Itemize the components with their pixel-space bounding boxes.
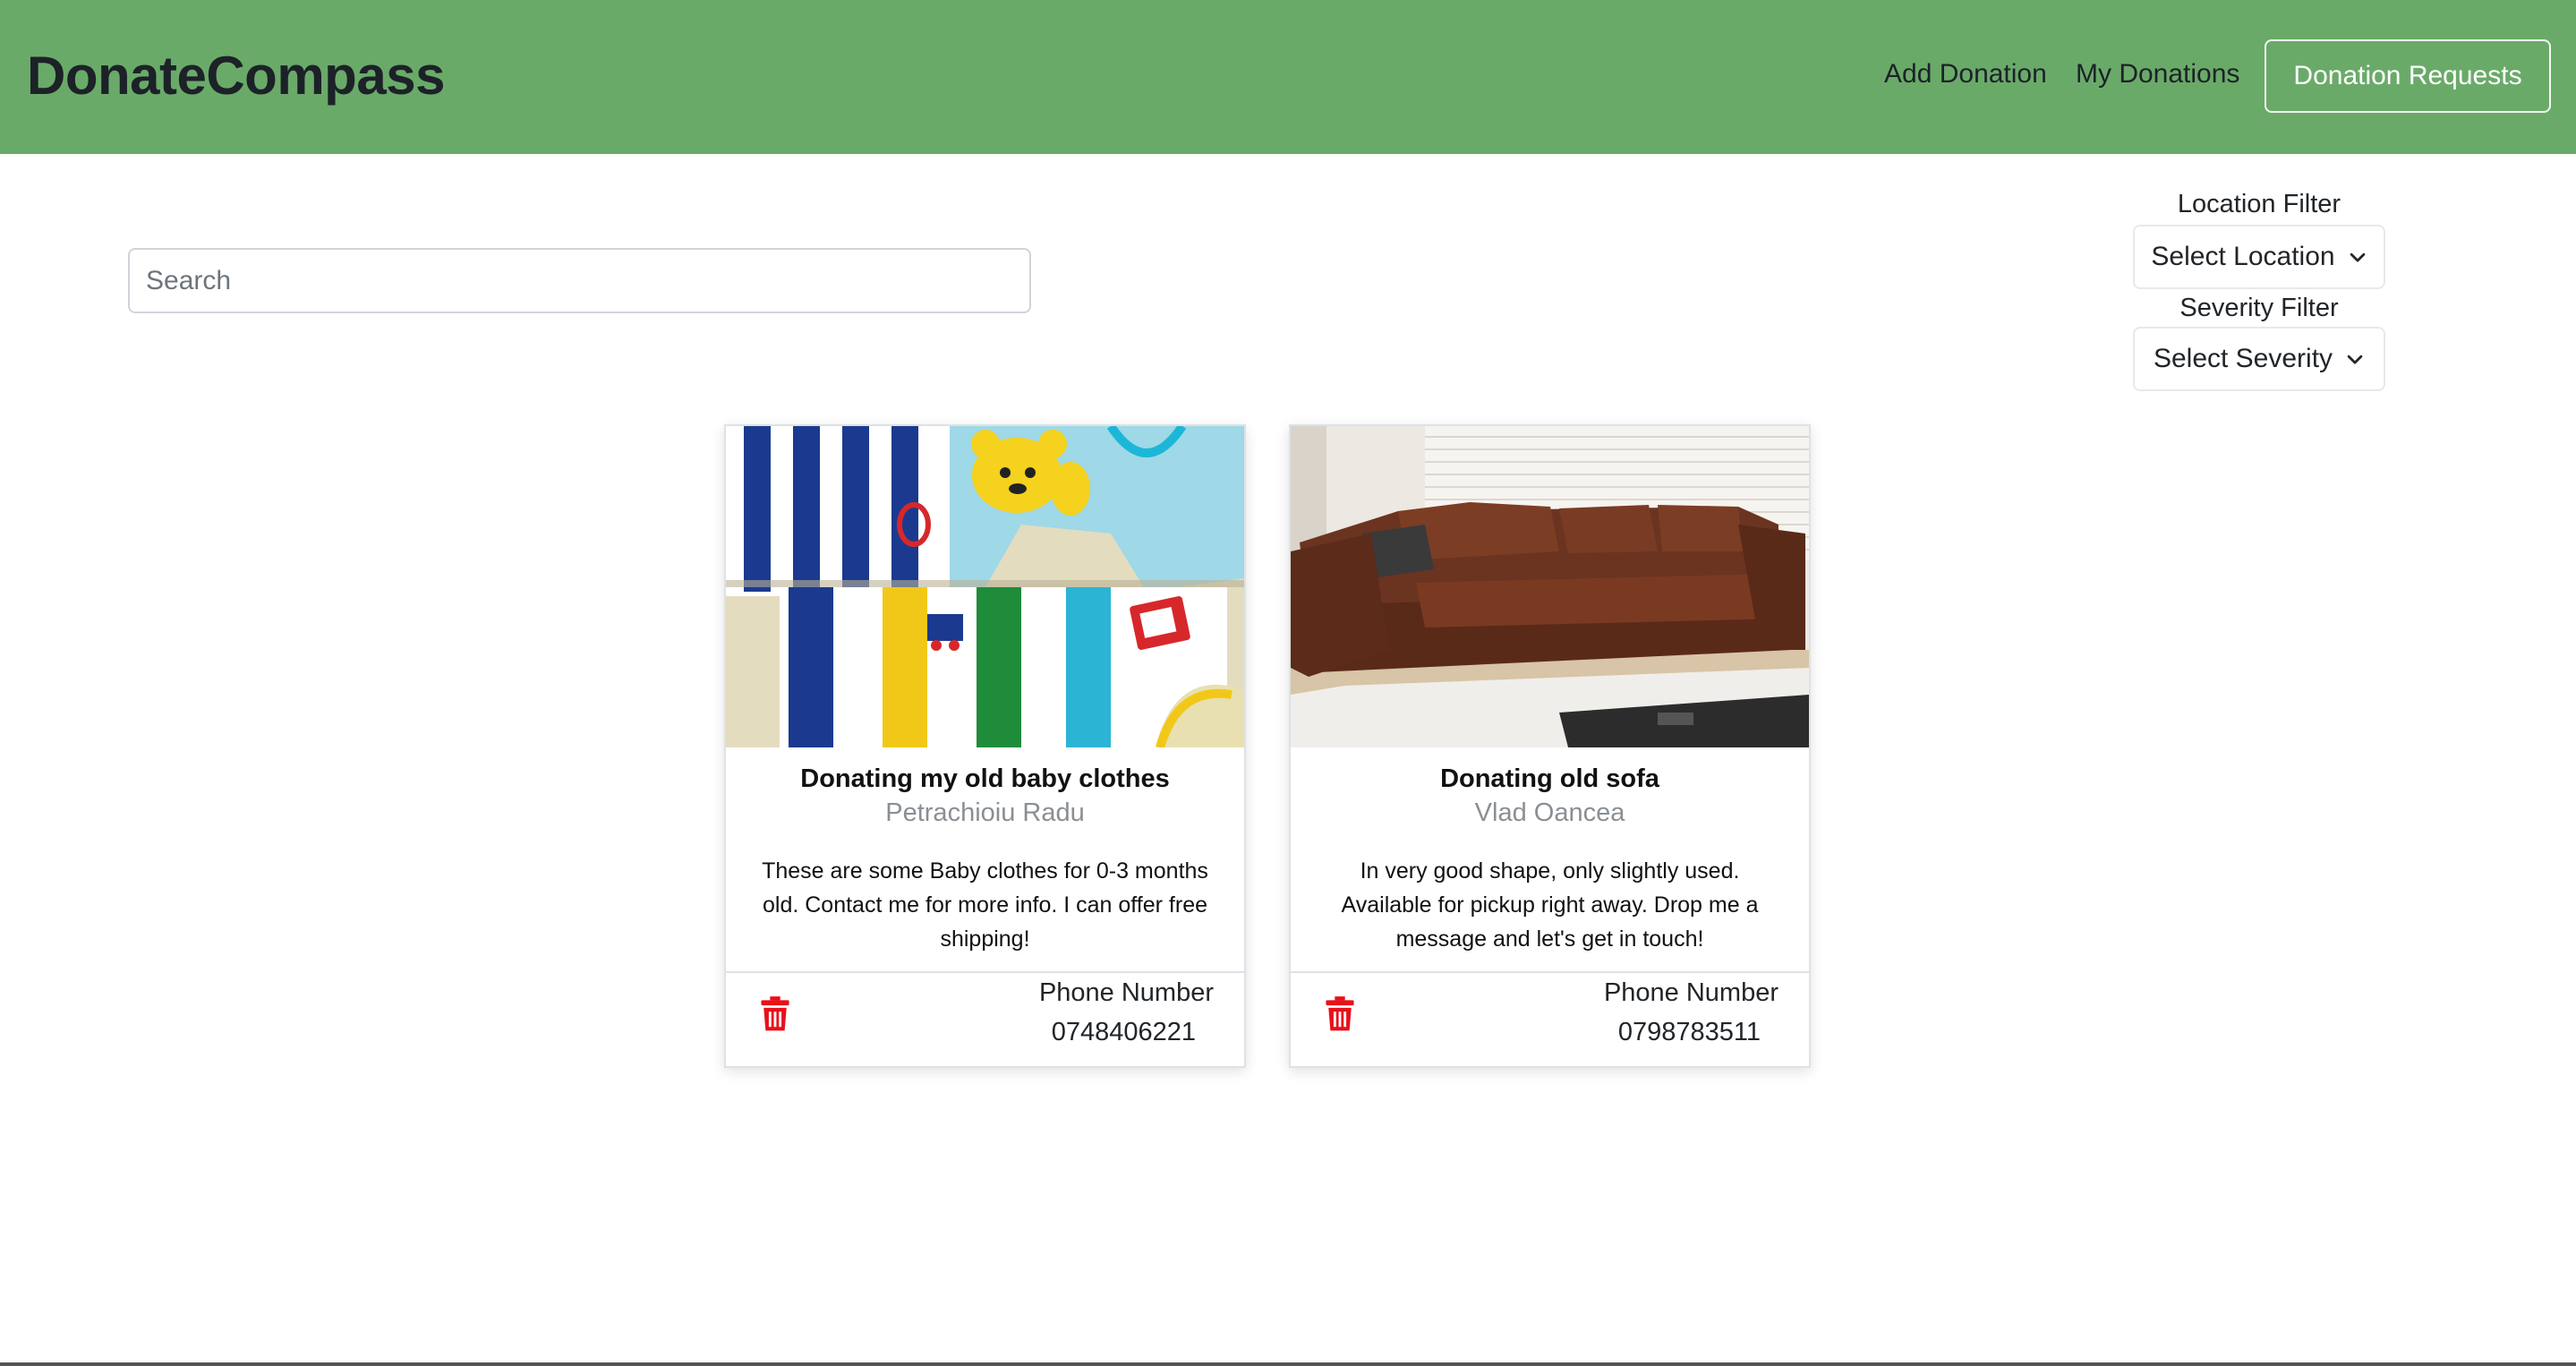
card-description: In very good shape, only slightly used. …: [1341, 858, 1759, 952]
card-title: Donating my old baby clothes: [800, 764, 1170, 793]
page-bottom-border: [0, 1362, 2576, 1366]
donation-card: Donating old sofa Vlad Oancea In very go…: [1289, 424, 1811, 1068]
phone-label: Phone Number: [1603, 978, 1778, 1007]
severity-filter-value: Select Severity: [2153, 344, 2333, 373]
chevron-down-icon: [2350, 252, 2365, 262]
nav-my-donations[interactable]: My Donations: [2076, 59, 2239, 90]
search-input[interactable]: [128, 248, 1031, 313]
phone-label: Phone Number: [1038, 978, 1214, 1007]
trash-icon[interactable]: [1325, 996, 1355, 1032]
baby-clothes-photo: [726, 426, 1244, 747]
location-filter-select[interactable]: Select Location: [2133, 225, 2385, 289]
location-filter-label: Location Filter: [2177, 190, 2341, 218]
donation-requests-button[interactable]: Donation Requests: [2265, 39, 2551, 113]
location-filter-value: Select Location: [2151, 242, 2335, 271]
phone-number: 0748406221: [1051, 1018, 1196, 1046]
severity-filter-label: Severity Filter: [2179, 294, 2339, 322]
top-navbar: DonateCompass Add Donation My Donations …: [0, 0, 2576, 154]
card-description: These are some Baby clothes for 0-3 mont…: [762, 858, 1208, 952]
leather-sofa-photo: [1291, 426, 1809, 747]
card-footer: Phone Number 0798783511: [1291, 971, 1809, 1066]
brand-logo[interactable]: DonateCompass: [27, 45, 445, 107]
card-title: Donating old sofa: [1440, 764, 1659, 793]
nav-add-donation[interactable]: Add Donation: [1884, 59, 2047, 90]
phone-number: 0798783511: [1617, 1018, 1761, 1046]
card-footer: Phone Number 0748406221: [726, 971, 1244, 1066]
card-author: Vlad Oancea: [1474, 798, 1625, 827]
severity-filter-select[interactable]: Select Severity: [2133, 327, 2385, 391]
trash-icon[interactable]: [760, 996, 790, 1032]
chevron-down-icon: [2347, 354, 2363, 364]
card-author: Petrachioiu Radu: [885, 798, 1085, 827]
donation-card: Donating my old baby clothes Petrachioiu…: [724, 424, 1246, 1068]
